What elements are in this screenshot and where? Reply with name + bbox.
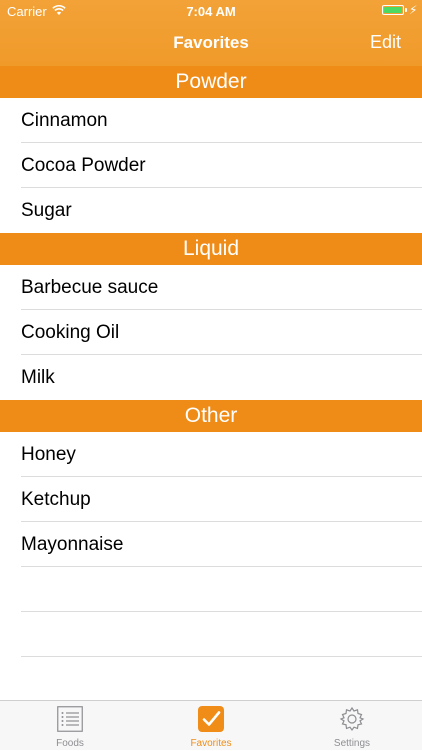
list-item[interactable]: Milk — [0, 355, 422, 400]
tab-label: Foods — [56, 738, 84, 749]
battery-tip — [405, 8, 407, 12]
status-time: 7:04 AM — [186, 4, 236, 19]
status-bar: Carrier 7:04 AM ⚡ — [0, 0, 422, 22]
tab-favorites[interactable]: Favorites — [141, 701, 281, 751]
section-header-liquid: Liquid — [0, 233, 422, 265]
edit-button[interactable]: Edit — [370, 32, 401, 53]
tab-label: Settings — [333, 738, 371, 749]
list-item[interactable]: Honey — [0, 432, 422, 477]
list-item[interactable]: Barbecue sauce — [0, 265, 422, 310]
section-header-powder: Powder — [0, 66, 422, 98]
empty-row — [0, 567, 422, 612]
tab-label: Favorites — [190, 738, 232, 749]
list-item[interactable]: Mayonnaise — [0, 522, 422, 567]
list-item[interactable]: Cocoa Powder — [0, 143, 422, 188]
tab-foods[interactable]: Foods — [0, 701, 140, 751]
gear-icon — [339, 706, 365, 732]
tab-bar: Foods Favorites Settings — [0, 700, 422, 750]
list-item[interactable]: Cinnamon — [0, 98, 422, 143]
list-icon — [57, 706, 83, 732]
checkmark-icon — [198, 706, 224, 732]
page-title: Favorites — [173, 33, 249, 52]
favorites-list: Powder Cinnamon Cocoa Powder Sugar Liqui… — [0, 66, 422, 657]
battery-icon — [382, 5, 404, 15]
list-item[interactable]: Cooking Oil — [0, 310, 422, 355]
empty-row — [0, 612, 422, 657]
navigation-bar: Carrier 7:04 AM ⚡ Favorites Edit — [0, 0, 422, 66]
tab-settings[interactable]: Settings — [282, 701, 422, 751]
charging-icon: ⚡ — [409, 3, 418, 17]
list-item[interactable]: Ketchup — [0, 477, 422, 522]
section-header-other: Other — [0, 400, 422, 432]
list-item[interactable]: Sugar — [0, 188, 422, 233]
